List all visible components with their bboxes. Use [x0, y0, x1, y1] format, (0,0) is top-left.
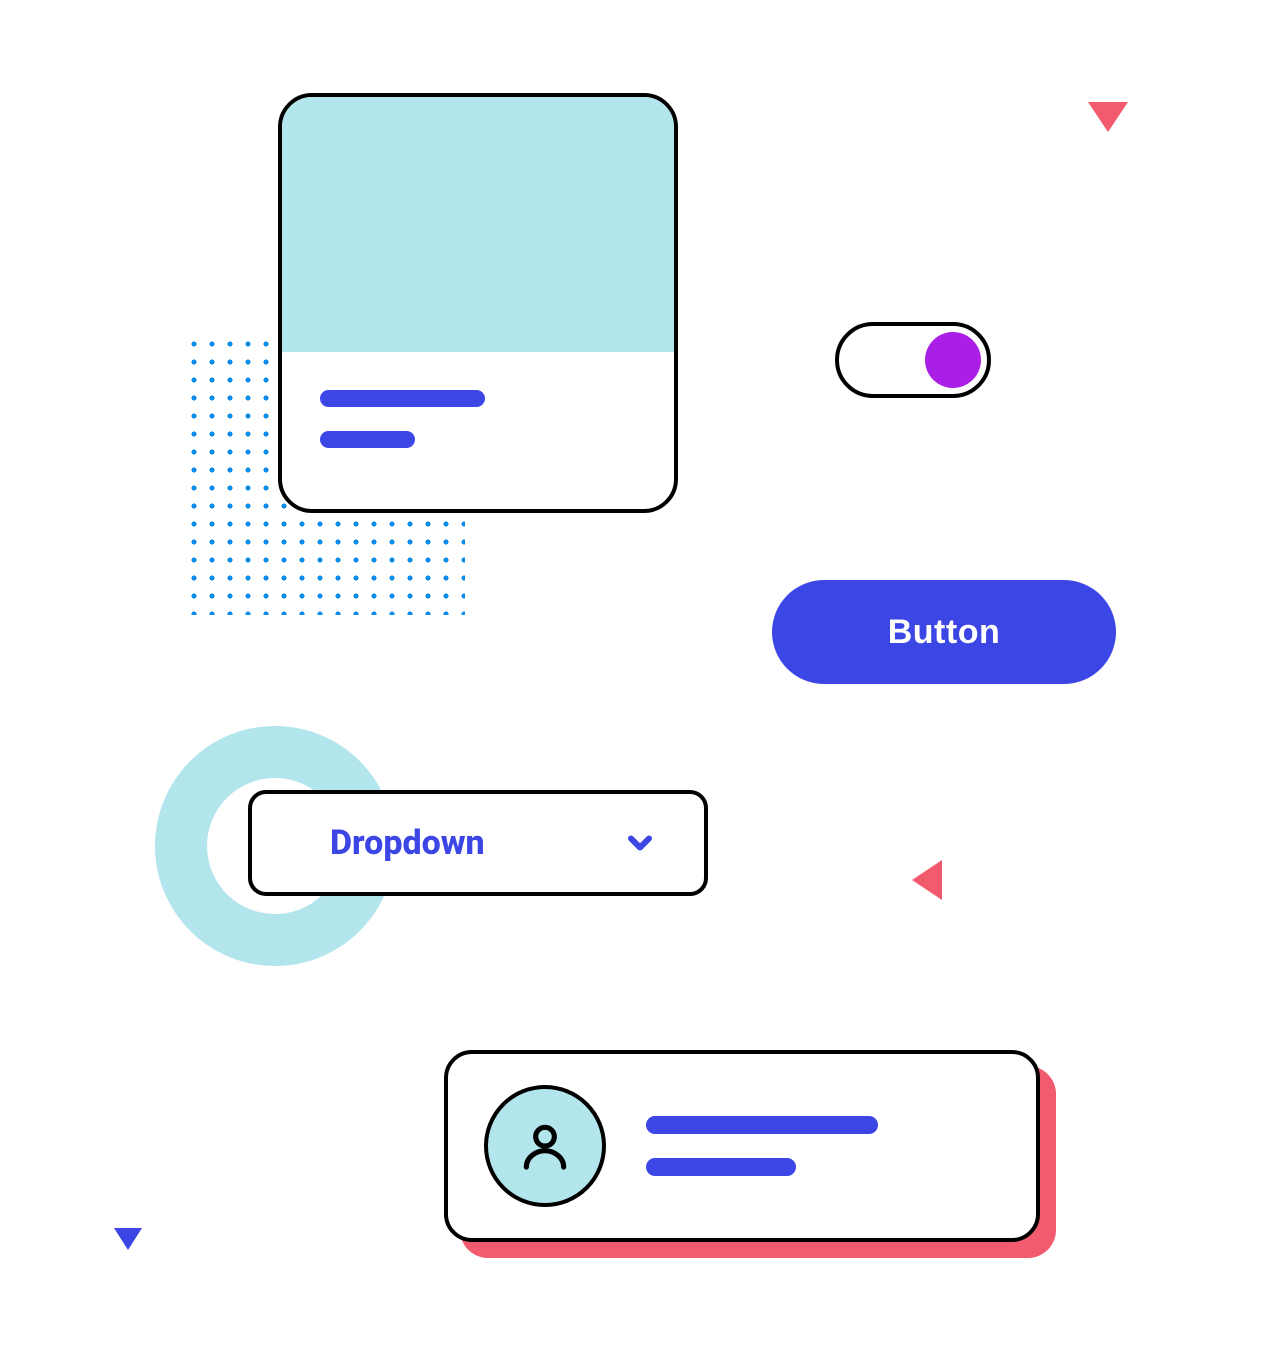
- toggle-switch[interactable]: [835, 322, 991, 398]
- chevron-down-icon: [622, 825, 658, 861]
- button-label: Button: [888, 613, 1001, 651]
- triangle-icon: [1088, 102, 1128, 132]
- dropdown-label: Dropdown: [330, 823, 485, 863]
- profile-meta-placeholder: [646, 1158, 796, 1176]
- card-body: [282, 352, 674, 448]
- profile-card[interactable]: [444, 1050, 1040, 1242]
- dropdown[interactable]: Dropdown: [248, 790, 708, 896]
- card-image-placeholder: [282, 97, 674, 352]
- card-title-placeholder: [320, 390, 485, 407]
- content-card[interactable]: [278, 93, 678, 513]
- primary-button[interactable]: Button: [772, 580, 1116, 684]
- profile-name-placeholder: [646, 1116, 878, 1134]
- triangle-icon: [114, 1228, 142, 1250]
- triangle-icon: [912, 860, 942, 900]
- toggle-knob: [925, 332, 981, 388]
- avatar: [484, 1085, 606, 1207]
- profile-text: [646, 1116, 1000, 1176]
- card-subtitle-placeholder: [320, 431, 415, 448]
- person-icon: [517, 1118, 573, 1174]
